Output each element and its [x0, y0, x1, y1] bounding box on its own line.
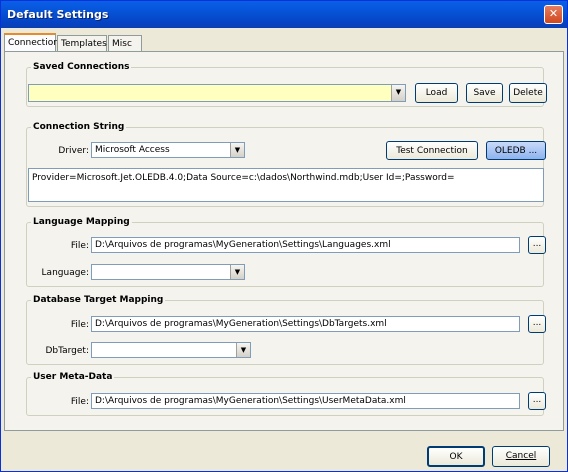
language-label: Language: [41, 268, 89, 278]
title-bar[interactable]: Default Settings ✕ [1, 1, 567, 28]
tab-connection[interactable]: Connection [4, 33, 59, 51]
dbtarget-select[interactable]: ▼ [91, 342, 251, 358]
close-icon: ✕ [548, 7, 559, 20]
connection-string-input[interactable]: Provider=Microsoft.Jet.OLEDB.4.0;Data So… [28, 168, 544, 202]
window-title: Default Settings [7, 8, 109, 21]
language-browse-button[interactable]: ... [528, 236, 546, 254]
save-button[interactable]: Save [466, 83, 503, 103]
dbtarget-file-input[interactable]: D:\Arquivos de programas\MyGeneration\Se… [91, 316, 520, 332]
ok-button[interactable]: OK [427, 446, 485, 467]
driver-value: Microsoft Access [95, 145, 170, 155]
tab-templates[interactable]: Templates [57, 35, 107, 51]
connection-panel: Saved Connections ▼ Load Save Delete Con… [4, 51, 564, 431]
metadata-browse-button[interactable]: ... [528, 392, 546, 410]
chevron-down-icon[interactable]: ▼ [391, 85, 405, 101]
dbtarget-browse-button[interactable]: ... [528, 315, 546, 333]
saved-connections-legend: Saved Connections [33, 62, 130, 72]
language-mapping-legend: Language Mapping [33, 217, 130, 227]
metadata-file-label: File: [70, 397, 89, 407]
oledb-button[interactable]: OLEDB ... [486, 141, 546, 160]
dbtarget-label: DbTarget: [45, 346, 89, 356]
metadata-file-input[interactable]: D:\Arquivos de programas\MyGeneration\Se… [91, 393, 520, 409]
db-target-mapping-legend: Database Target Mapping [33, 295, 164, 305]
delete-button[interactable]: Delete [509, 83, 547, 103]
user-meta-data-legend: User Meta-Data [33, 372, 113, 382]
language-file-input[interactable]: D:\Arquivos de programas\MyGeneration\Se… [91, 237, 520, 253]
cancel-button[interactable]: Cancel [492, 446, 550, 467]
settings-window: Default Settings ✕ Connection Templates … [0, 0, 568, 472]
language-select[interactable]: ▼ [91, 264, 245, 280]
chevron-down-icon[interactable]: ▼ [236, 343, 250, 357]
driver-select[interactable]: Microsoft Access ▼ [91, 142, 245, 158]
driver-label: Driver: [58, 146, 89, 156]
test-connection-button[interactable]: Test Connection [386, 141, 478, 160]
language-file-label: File: [70, 241, 89, 251]
tab-misc[interactable]: Misc [108, 35, 142, 51]
connection-string-legend: Connection String [33, 122, 125, 132]
chevron-down-icon[interactable]: ▼ [230, 143, 244, 157]
saved-connection-select[interactable]: ▼ [28, 84, 406, 102]
chevron-down-icon[interactable]: ▼ [230, 265, 244, 279]
close-button[interactable]: ✕ [544, 5, 563, 24]
dbtarget-file-label: File: [70, 320, 89, 330]
load-button[interactable]: Load [415, 83, 458, 103]
